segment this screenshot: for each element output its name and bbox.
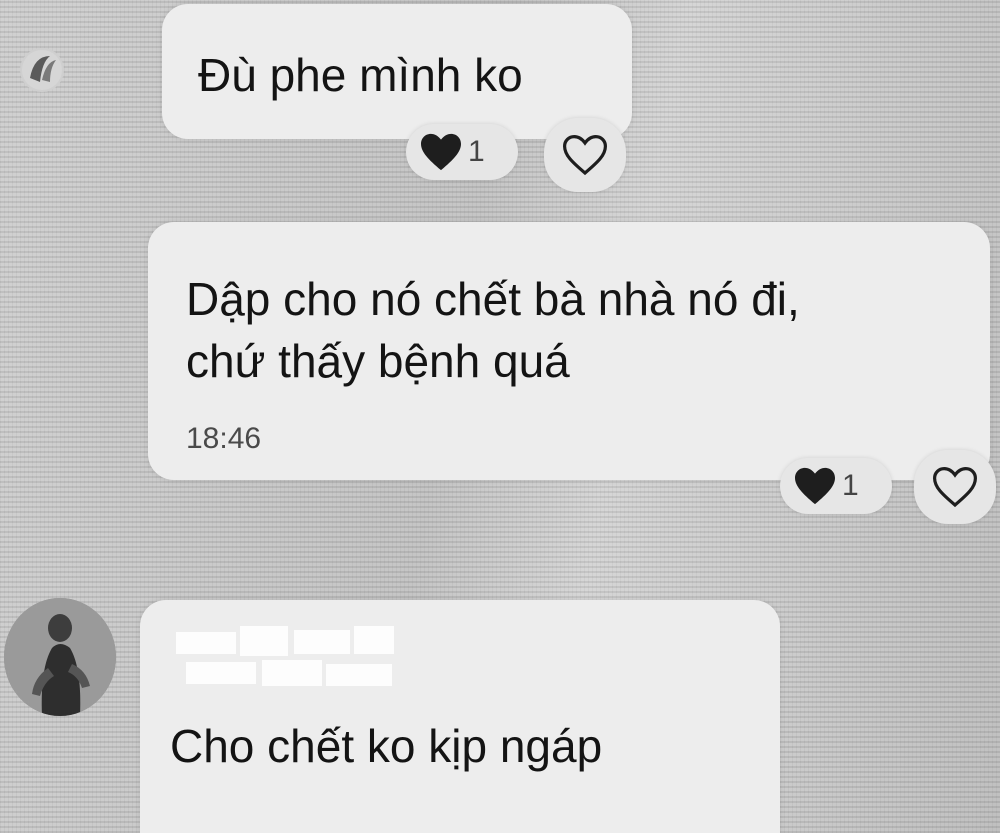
- message-bubble[interactable]: Dập cho nó chết bà nhà nó đi, chứ thấy b…: [148, 222, 990, 480]
- message-line: Dập cho nó chết bà nhà nó đi,: [186, 273, 800, 325]
- message-text: Đù phe mình ko: [198, 49, 523, 101]
- reaction-summary[interactable]: 1: [406, 124, 518, 180]
- avatar-image: [4, 598, 116, 716]
- avatar-image: [22, 50, 62, 90]
- chat-thread: Đù phe mình ko 1 Dập cho nó chết bà nhà …: [0, 0, 1000, 833]
- message-bubble[interactable]: Đù phe mình ko: [162, 4, 632, 139]
- heart-filled-icon: [795, 467, 835, 505]
- reaction-count: 1: [468, 135, 485, 168]
- heart-filled-icon: [421, 133, 461, 171]
- heart-outline-icon: [562, 134, 608, 176]
- reaction-summary[interactable]: 1: [780, 458, 892, 514]
- message-line: chứ thấy bệnh quá: [186, 335, 570, 387]
- message-timestamp: 18:46: [186, 422, 262, 455]
- react-button[interactable]: [914, 450, 996, 524]
- message-bubble[interactable]: Cho chết ko kịp ngáp: [140, 600, 780, 833]
- sender-name-redacted: [176, 622, 396, 690]
- heart-outline-icon: [932, 466, 978, 508]
- message-text: Dập cho nó chết bà nhà nó đi, chứ thấy b…: [186, 268, 800, 392]
- avatar[interactable]: [20, 48, 64, 92]
- message-text: Cho chết ko kịp ngáp: [170, 720, 603, 772]
- avatar[interactable]: [4, 598, 116, 716]
- react-button[interactable]: [544, 118, 626, 192]
- reaction-count: 1: [842, 469, 859, 502]
